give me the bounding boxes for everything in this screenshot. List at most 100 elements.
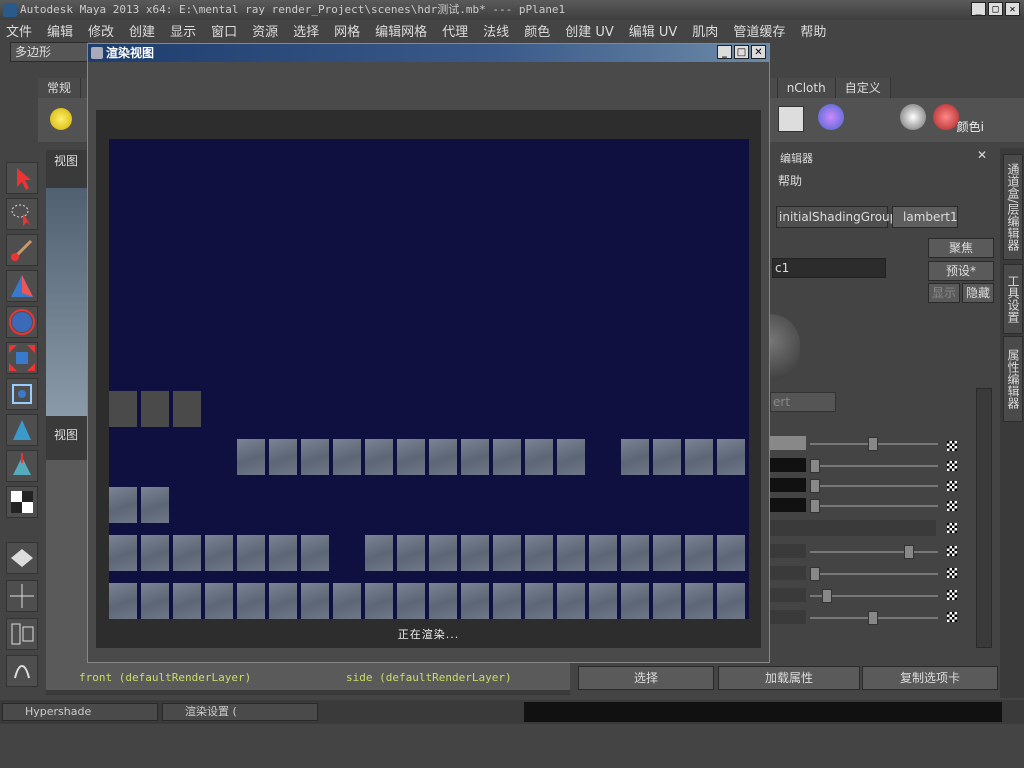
help-menu[interactable]: 帮助 (778, 172, 802, 189)
translucence-depth-slider[interactable] (822, 589, 832, 603)
diffuse-field[interactable] (770, 544, 806, 558)
rotate-tool-icon[interactable] (6, 306, 38, 338)
directional-light-icon[interactable] (50, 108, 72, 130)
menu-item-6[interactable]: 资源 (252, 21, 278, 40)
render-view-maximize-icon[interactable]: □ (734, 45, 749, 59)
incandescence-slider[interactable] (810, 499, 820, 513)
panel-close-icon[interactable]: ✕ (977, 148, 987, 162)
scale-tool-icon[interactable] (6, 342, 38, 374)
menu-item-11[interactable]: 法线 (483, 21, 509, 40)
map-button-incandescence[interactable] (947, 501, 957, 511)
layout-single-icon[interactable] (6, 542, 38, 574)
render-image[interactable] (109, 139, 749, 619)
load-attributes-button[interactable]: 加载属性 (718, 666, 860, 690)
persp-viewport[interactable] (46, 188, 88, 416)
render-tile (141, 535, 169, 571)
translucence-focus-field[interactable] (770, 610, 806, 624)
map-button-diffuse[interactable] (947, 546, 957, 556)
material-sphere-icon[interactable] (900, 104, 926, 130)
help-line (0, 724, 1024, 768)
bump-mapping-field[interactable] (770, 520, 936, 536)
menu-item-15[interactable]: 肌肉 (692, 21, 718, 40)
menu-item-4[interactable]: 显示 (170, 21, 196, 40)
tab-attribute-editor[interactable]: 属性编辑器 (1003, 336, 1023, 422)
incandescence-swatch[interactable] (770, 498, 806, 512)
render-settings-icon[interactable] (6, 486, 38, 518)
translucence-field[interactable] (770, 566, 806, 580)
node-name-field[interactable]: c1 (772, 258, 886, 278)
main-menu-bar: 文件 编辑 修改 创建 显示 窗口 资源 选择 网格 编辑网格 代理 法线 颜色 创建 UV 编辑 UV 肌肉… (0, 20, 1024, 40)
copy-tab-button[interactable]: 复制选项卡 (862, 666, 998, 690)
map-button-ambient[interactable] (947, 481, 957, 491)
ambient-swatch[interactable] (770, 478, 806, 492)
close-icon[interactable]: ✕ (1005, 2, 1020, 16)
map-button-translucence-depth[interactable] (947, 590, 957, 600)
map-button-translucence[interactable] (947, 568, 957, 578)
paint-select-tool-icon[interactable] (6, 234, 38, 266)
layout-outliner-icon[interactable] (6, 618, 38, 650)
select-tool-icon[interactable] (6, 162, 38, 194)
menu-item-1[interactable]: 编辑 (47, 21, 73, 40)
manipulator-tool-icon[interactable] (6, 378, 38, 410)
shelf-tab-0[interactable]: 常规 (38, 78, 82, 98)
show-manipulator-icon[interactable] (6, 450, 38, 482)
move-tool-icon[interactable] (6, 270, 38, 302)
menu-item-9[interactable]: 编辑网格 (375, 21, 427, 40)
transparency-slider[interactable] (810, 459, 820, 473)
hide-button[interactable]: 隐藏 (962, 283, 994, 303)
color-slider[interactable] (868, 437, 878, 451)
menu-item-8[interactable]: 网格 (334, 21, 360, 40)
type-dropdown[interactable]: ert (770, 392, 836, 412)
tab-lambert1[interactable]: lambert1 (892, 206, 958, 228)
menu-set-dropdown[interactable]: 多边形 (10, 42, 88, 62)
layout-four-icon[interactable] (6, 580, 38, 612)
diffuse-slider[interactable] (904, 545, 914, 559)
menu-item-13[interactable]: 创建 UV (565, 21, 614, 40)
presets-button[interactable]: 预设* (928, 261, 994, 281)
menu-item-5[interactable]: 窗口 (211, 21, 237, 40)
shelf-tab-15[interactable]: nCloth (777, 78, 836, 98)
hypershade-icon[interactable] (818, 104, 844, 130)
select-button[interactable]: 选择 (578, 666, 714, 690)
ambient-slider[interactable] (810, 479, 820, 493)
transparency-swatch[interactable] (770, 458, 806, 472)
translucence-focus-slider[interactable] (868, 611, 878, 625)
maximize-icon[interactable]: □ (988, 2, 1003, 16)
minimize-icon[interactable]: _ (971, 2, 986, 16)
menu-item-2[interactable]: 修改 (88, 21, 114, 40)
menu-item-12[interactable]: 颜色 (524, 21, 550, 40)
map-button-transparency[interactable] (947, 461, 957, 471)
translucence-slider[interactable] (810, 567, 820, 581)
map-button-color[interactable] (947, 441, 957, 451)
soft-mod-tool-icon[interactable] (6, 414, 38, 446)
tab-tool-settings[interactable]: 工具设置 (1003, 264, 1023, 334)
render-tile (461, 439, 489, 475)
hypershade-window-item[interactable]: Hypershade (2, 703, 158, 721)
attribute-scrollbar[interactable] (976, 388, 992, 648)
render-view-minimize-icon[interactable]: _ (717, 45, 732, 59)
shelf-tab-16[interactable]: 自定义 (835, 78, 891, 98)
focus-button[interactable]: 聚焦 (928, 238, 994, 258)
translucence-depth-field[interactable] (770, 588, 806, 602)
maya-logo-tool-icon (6, 655, 38, 687)
menu-item-0[interactable]: 文件 (6, 21, 32, 40)
show-button[interactable]: 显示 (928, 283, 960, 303)
tab-channel-box[interactable]: 通道盒/层编辑器 (1003, 154, 1023, 260)
map-button-bump[interactable] (947, 523, 957, 533)
lasso-tool-icon[interactable] (6, 198, 38, 230)
menu-item-14[interactable]: 编辑 UV (629, 21, 678, 40)
map-button-translucence-focus[interactable] (947, 612, 957, 622)
render-view-icon[interactable] (778, 106, 804, 132)
render-tile (525, 535, 553, 571)
render-view-title-bar[interactable]: 渲染视图 _ □ ✕ (88, 44, 769, 62)
render-settings-window-item[interactable]: 渲染设置 ( (162, 703, 318, 721)
menu-item-3[interactable]: 创建 (129, 21, 155, 40)
menu-item-10[interactable]: 代理 (442, 21, 468, 40)
menu-item-16[interactable]: 管道缓存 (733, 21, 785, 40)
tab-initialshadinggroup[interactable]: initialShadingGroup (776, 206, 897, 228)
menu-item-17[interactable]: 帮助 (800, 21, 826, 40)
render-view-close-icon[interactable]: ✕ (751, 45, 766, 59)
color-swatch[interactable] (770, 436, 806, 450)
menu-item-7[interactable]: 选择 (293, 21, 319, 40)
paint-material-icon[interactable] (933, 104, 959, 130)
